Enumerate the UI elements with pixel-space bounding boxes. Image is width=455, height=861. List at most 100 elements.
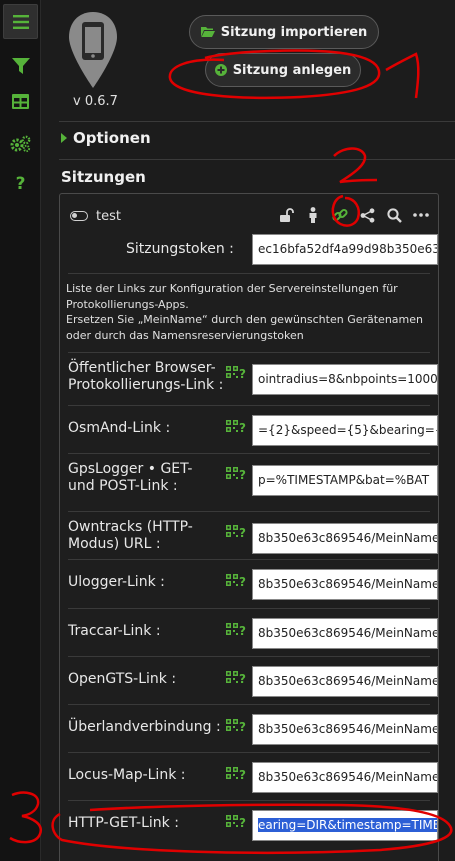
link-label-line: Modus) URL : [68,536,161,552]
menu-icon [12,14,29,29]
link-input-value: 8b350e63c869546/MeinName [258,770,438,784]
unlock-button[interactable] [278,206,296,224]
link-row: GpsLogger • GET-und POST-Link :? p=%TIMES… [68,453,438,511]
link-label: GpsLogger • GET-und POST-Link : [68,461,192,495]
qrcode-button[interactable]: ? [226,815,248,829]
link-label-line: Locus-Map-Link : [68,767,186,783]
share-button[interactable] [358,206,376,224]
divider [68,273,430,274]
link-label-line: HTTP-GET-Link : [68,815,179,831]
link-input-value: 8b350e63c869546/MeinName [258,674,438,688]
settings-button[interactable] [3,126,38,161]
link-input-value: ={2}&speed={5}&bearing={6} [258,423,438,437]
link-label-line: Überlandverbindung : [68,719,221,735]
help-icon: ? [15,173,26,194]
link-row: Locus-Map-Link :? 8b350e63c869546/MeinNam… [68,752,438,800]
link-input[interactable]: 8b350e63c869546/MeinName [252,618,438,649]
link-label: Owntracks (HTTP- Modus) URL : [68,519,193,553]
help-button[interactable]: ? [3,166,38,201]
link-icon [332,208,348,222]
link-input[interactable]: ointradius=8&nbpoints=1000 [252,364,438,395]
gears-icon [10,135,30,152]
svg-text:?: ? [239,816,246,829]
link-input-value: p=%TIMESTAMP&bat=%BAT [258,473,430,487]
ellipsis-icon [413,213,429,217]
link-input[interactable]: earing=DIR&timestamp=TIME [252,810,438,841]
link-label-line: und POST-Link : [68,478,178,494]
import-session-button[interactable]: Sitzung importieren [189,15,379,49]
qrcode-button[interactable]: ? [226,420,248,434]
zoom-button[interactable] [385,206,403,224]
link-input-value: 8b350e63c869546/MeinName [258,722,438,736]
session-toggle-icon[interactable] [70,211,88,221]
qrcode-icon: ? [226,767,246,781]
svg-text:?: ? [239,367,246,380]
create-session-button[interactable]: Sitzung anlegen [205,53,361,87]
link-input[interactable]: 8b350e63c869546/MeinName [252,666,438,697]
import-session-label: Sitzung importieren [220,24,368,40]
qrcode-icon: ? [226,719,246,733]
link-input-value: 8b350e63c869546/MeinName [258,577,438,591]
user-button[interactable] [304,206,322,224]
link-label-line: GpsLogger • GET- [68,461,193,477]
session-panel: test Sitzungstoken : ec16bfa52df4a99d98b… [59,193,439,861]
qrcode-button[interactable]: ? [226,719,248,733]
options-toggle[interactable]: Optionen [61,129,151,147]
svg-text:?: ? [239,468,246,481]
qrcode-icon: ? [226,366,246,380]
link-button[interactable] [331,206,349,224]
link-label-line: Öffentlicher Browser- [68,360,216,376]
main-panel: v 0.6.7 Sitzung importieren Sitzung anle… [41,0,455,861]
link-row: Ulogger-Link :? 8b350e63c869546/MeinName [68,559,438,608]
link-row: HTTP-GET-Link :? earing=DIR&timestamp=TIM… [68,800,438,848]
svg-text:?: ? [239,672,246,685]
link-input[interactable]: 8b350e63c869546/MeinName [252,762,438,793]
link-info-text: Liste der Links zur Konfiguration der Se… [66,281,426,343]
session-header: test [70,208,121,224]
sessions-title: Sitzungen [61,168,146,186]
link-input-value: ointradius=8&nbpoints=1000 [258,372,438,386]
qrcode-button[interactable]: ? [226,767,248,781]
qrcode-button[interactable]: ? [226,623,248,637]
link-input[interactable]: p=%TIMESTAMP&bat=%BAT [252,465,438,496]
unlock-icon [280,208,294,222]
link-input[interactable]: 8b350e63c869546/MeinName [252,569,438,600]
link-input[interactable]: ={2}&speed={5}&bearing={6} [252,415,438,446]
qrcode-button[interactable]: ? [226,574,248,588]
link-input[interactable]: 8b350e63c869546/MeinName [252,523,438,554]
svg-text:?: ? [239,421,246,434]
qrcode-button[interactable]: ? [226,525,248,539]
link-label-line: Owntracks (HTTP- [68,519,193,535]
link-input-value: 8b350e63c869546/MeinName [258,531,438,545]
link-label: Überlandverbindung : [68,719,221,736]
table-button[interactable] [3,84,38,119]
filter-button[interactable] [3,48,38,83]
app-version: v 0.6.7 [73,94,118,109]
plus-circle-icon [214,64,227,76]
link-label: Locus-Map-Link : [68,767,185,784]
token-input[interactable]: ec16bfa52df4a99d98b350e63 [252,234,438,265]
qrcode-button[interactable]: ? [226,366,248,380]
link-label-line: OpenGTS-Link : [68,671,177,687]
qrcode-button[interactable]: ? [226,671,248,685]
link-input[interactable]: 8b350e63c869546/MeinName [252,714,438,745]
qrcode-icon: ? [226,623,246,637]
info-line: oder durch das Namensreservierungstoken [66,328,304,342]
svg-text:?: ? [239,768,246,781]
qrcode-button[interactable]: ? [226,467,248,481]
token-label: Sitzungstoken : [126,241,234,257]
caret-right-icon [61,133,67,143]
icon-sidebar: ? [0,0,41,861]
menu-button[interactable] [3,4,38,39]
info-line: Protokollierungs-Apps. [66,297,189,311]
qrcode-icon: ? [226,815,246,829]
link-row: OsmAnd-Link :? ={2}&speed={5}&bearing={6} [68,405,438,453]
link-label: Traccar-Link : [68,623,161,640]
divider [59,159,455,160]
search-icon [386,207,402,223]
qrcode-icon: ? [226,467,246,481]
more-button[interactable] [412,206,430,224]
info-line: Liste der Links zur Konfiguration der Se… [66,282,398,295]
user-icon [309,207,317,223]
link-row: Traccar-Link :? 8b350e63c869546/MeinName [68,608,438,656]
